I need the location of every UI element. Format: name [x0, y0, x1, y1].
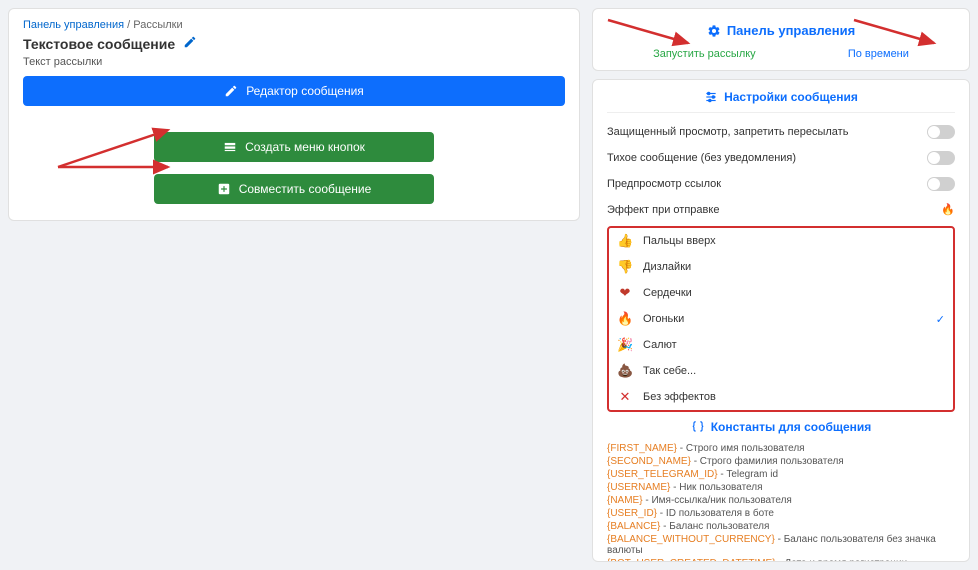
constant-row: {USERNAME} - Ник пользователя: [607, 481, 955, 494]
combine-button[interactable]: Совместить сообщение: [154, 174, 434, 204]
setting-protected-label: Защищенный просмотр, запретить пересылат…: [607, 126, 848, 138]
constant-row: {BALANCE_WITHOUT_CURRENCY} - Баланс поль…: [607, 533, 955, 557]
create-menu-button[interactable]: Создать меню кнопок: [154, 132, 434, 162]
fire-icon: 🔥: [617, 311, 633, 327]
heart-icon: ❤: [617, 285, 633, 301]
breadcrumb-root[interactable]: Панель управления: [23, 19, 124, 31]
thumbs-down-icon: 👎: [617, 259, 633, 275]
breadcrumb-current: Рассылки: [133, 19, 182, 31]
effect-thumbs-down[interactable]: 👎Дизлайки: [609, 254, 953, 280]
preview-toggle[interactable]: [927, 177, 955, 191]
control-panel: Панель управления Запустить рассылку По …: [592, 8, 970, 71]
protected-toggle[interactable]: [927, 125, 955, 139]
pencil-icon: [224, 84, 238, 98]
effect-none[interactable]: ✕Без эффектов: [609, 384, 953, 410]
panel-header-label: Панель управления: [727, 23, 855, 38]
effect-thumbs-up[interactable]: 👍Пальцы вверх: [609, 228, 953, 254]
editor-button[interactable]: Редактор сообщения: [23, 76, 565, 106]
effect-poop[interactable]: 💩Так себе...: [609, 358, 953, 384]
settings-panel: Настройки сообщения Защищенный просмотр,…: [592, 79, 970, 562]
grid-icon: [223, 140, 237, 154]
constant-row: {USER_TELEGRAM_ID} - Telegram id: [607, 468, 955, 481]
setting-effect-label: Эффект при отправке: [607, 204, 719, 216]
constant-row: {BOT_USER_CREATED_DATETIME} - Дата и вре…: [607, 557, 955, 562]
constant-row: {FIRST_NAME} - Строго имя пользователя: [607, 442, 955, 455]
settings-header-label: Настройки сообщения: [724, 90, 858, 104]
thumbs-up-icon: 👍: [617, 233, 633, 249]
plus-box-icon: [217, 182, 231, 196]
setting-silent-label: Тихое сообщение (без уведомления): [607, 152, 796, 164]
constant-row: {SECOND_NAME} - Строго фамилия пользоват…: [607, 455, 955, 468]
constants-header-label: Константы для сообщения: [711, 420, 872, 434]
constant-row: {USER_ID} - ID пользователя в боте: [607, 507, 955, 520]
salute-icon: 🎉: [617, 337, 633, 353]
annotation-arrow-icon: [592, 140, 603, 230]
fire-icon[interactable]: 🔥: [941, 203, 955, 216]
check-icon: ✓: [936, 313, 945, 326]
poop-icon: 💩: [617, 363, 633, 379]
constants-list: {FIRST_NAME} - Строго имя пользователя{S…: [607, 442, 955, 562]
close-icon: ✕: [617, 389, 633, 405]
braces-icon: [691, 420, 705, 434]
constant-row: {NAME} - Имя-ссылка/ник пользователя: [607, 494, 955, 507]
message-card: Панель управления / Рассылки Текстовое с…: [8, 8, 580, 221]
effects-dropdown: 👍Пальцы вверх 👎Дизлайки ❤Сердечки 🔥Огонь…: [607, 226, 955, 412]
silent-toggle[interactable]: [927, 151, 955, 165]
start-broadcast-link[interactable]: Запустить рассылку: [653, 48, 756, 60]
constant-row: {BALANCE} - Баланс пользователя: [607, 520, 955, 533]
sliders-icon: [704, 90, 718, 104]
setting-preview-label: Предпросмотр ссылок: [607, 178, 721, 190]
pencil-icon[interactable]: [183, 35, 197, 52]
effect-hearts[interactable]: ❤Сердечки: [609, 280, 953, 306]
page-subtitle: Текст рассылки: [23, 56, 565, 68]
gear-icon: [707, 24, 721, 38]
page-title: Текстовое сообщение: [23, 36, 175, 52]
effect-salute[interactable]: 🎉Салют: [609, 332, 953, 358]
effect-fire[interactable]: 🔥Огоньки✓: [609, 306, 953, 332]
timed-broadcast-link[interactable]: По времени: [848, 48, 909, 60]
breadcrumb: Панель управления / Рассылки: [23, 19, 565, 35]
